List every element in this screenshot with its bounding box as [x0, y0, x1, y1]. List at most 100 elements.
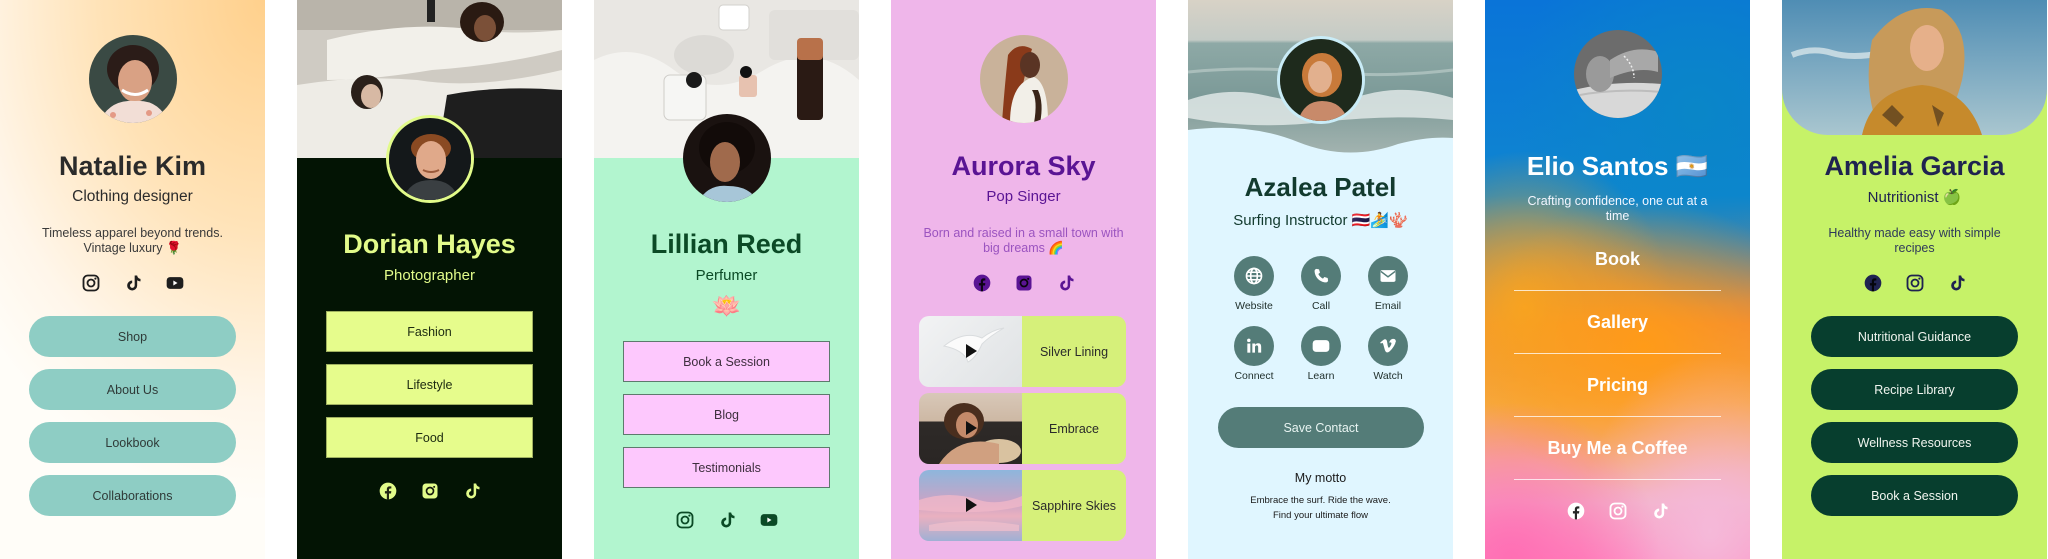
- social-links: [297, 481, 562, 501]
- play-icon[interactable]: [966, 344, 977, 358]
- nav-link-pricing[interactable]: Pricing: [1514, 354, 1721, 417]
- link-button-book-a-session[interactable]: Book a Session: [623, 341, 830, 382]
- tiktok-icon[interactable]: [717, 510, 737, 530]
- profile-role: Clothing designer: [72, 188, 193, 205]
- social-links: [594, 510, 859, 530]
- track-title: Sapphire Skies: [1022, 470, 1126, 541]
- action-label: Watch: [1373, 370, 1403, 382]
- profile-card-dorian: Dorian Hayes Photographer Fashion Lifest…: [297, 0, 562, 559]
- profile-bio: Born and raised in a small town with big…: [923, 226, 1124, 255]
- link-button-fashion[interactable]: Fashion: [326, 311, 533, 352]
- instagram-icon[interactable]: [675, 510, 695, 530]
- music-track-silver-lining[interactable]: Silver Lining: [919, 316, 1126, 387]
- profile-card-natalie: Natalie Kim Clothing designer Timeless a…: [0, 0, 265, 559]
- tiktok-icon[interactable]: [462, 481, 482, 501]
- avatar: [980, 35, 1068, 123]
- link-button-recipe-library[interactable]: Recipe Library: [1811, 369, 2018, 410]
- facebook-icon[interactable]: [972, 273, 992, 293]
- link-button-blog[interactable]: Blog: [623, 394, 830, 435]
- action-label: Call: [1311, 300, 1331, 312]
- email-icon: [1378, 266, 1398, 286]
- link-button-lookbook[interactable]: Lookbook: [29, 422, 236, 463]
- link-button-wellness-resources[interactable]: Wellness Resources: [1811, 422, 2018, 463]
- action-label: Website: [1235, 300, 1273, 312]
- action-call[interactable]: Call: [1286, 256, 1356, 312]
- lotus-emoji: 🪷: [711, 293, 742, 320]
- instagram-icon[interactable]: [81, 273, 101, 293]
- facebook-icon[interactable]: [378, 481, 398, 501]
- track-title: Silver Lining: [1022, 316, 1126, 387]
- profile-bio: Crafting confidence, one cut at a time: [1527, 194, 1708, 223]
- music-track-embrace[interactable]: Embrace: [919, 393, 1126, 464]
- action-label: Learn: [1307, 370, 1335, 382]
- youtube-icon[interactable]: [759, 510, 779, 530]
- track-thumbnail: [919, 470, 1022, 541]
- profile-role: Surfing Instructor 🇹🇭🏄🪸: [1233, 212, 1408, 229]
- nav-link-gallery[interactable]: Gallery: [1514, 291, 1721, 354]
- link-button-about-us[interactable]: About Us: [29, 369, 236, 410]
- action-website[interactable]: Website: [1219, 256, 1289, 312]
- music-track-sapphire-skies[interactable]: Sapphire Skies: [919, 470, 1126, 541]
- profile-role: Perfumer: [695, 267, 758, 284]
- vimeo-icon: [1378, 336, 1398, 356]
- profile-role: Nutritionist 🍏: [1867, 189, 1962, 206]
- tiktok-icon[interactable]: [1056, 273, 1076, 293]
- avatar: [1574, 30, 1662, 118]
- wave-divider: [1188, 127, 1453, 170]
- link-button-book-a-session[interactable]: Book a Session: [1811, 475, 2018, 516]
- facebook-icon[interactable]: [1566, 501, 1586, 521]
- instagram-icon[interactable]: [1014, 273, 1034, 293]
- tiktok-icon[interactable]: [1650, 501, 1670, 521]
- profile-bio: Healthy made easy with simple recipes: [1828, 226, 2001, 255]
- profile-name: Azalea Patel: [1244, 172, 1397, 202]
- instagram-icon[interactable]: [1905, 273, 1925, 293]
- nav-link-buy-me-a-coffee[interactable]: Buy Me a Coffee: [1514, 417, 1721, 480]
- link-button-lifestyle[interactable]: Lifestyle: [326, 364, 533, 405]
- profile-card-azalea: Azalea Patel Surfing Instructor 🇹🇭🏄🪸 Web…: [1188, 0, 1453, 559]
- profile-role: Pop Singer: [986, 188, 1061, 205]
- tiktok-icon[interactable]: [1947, 273, 1967, 293]
- track-thumbnail: [919, 316, 1022, 387]
- nav-link-book[interactable]: Book: [1514, 228, 1721, 291]
- profile-name: Lillian Reed: [650, 229, 803, 259]
- save-contact-button[interactable]: Save Contact: [1218, 407, 1424, 448]
- action-learn[interactable]: Learn: [1286, 326, 1356, 382]
- facebook-icon[interactable]: [1863, 273, 1883, 293]
- motto-text: Embrace the surf. Ride the wave. Find yo…: [1188, 493, 1453, 523]
- instagram-icon[interactable]: [1608, 501, 1628, 521]
- play-icon[interactable]: [966, 421, 977, 435]
- action-connect[interactable]: Connect: [1219, 326, 1289, 382]
- link-button-shop[interactable]: Shop: [29, 316, 236, 357]
- link-button-collaborations[interactable]: Collaborations: [29, 475, 236, 516]
- youtube-icon: [1311, 336, 1331, 356]
- profile-role: Photographer: [384, 267, 475, 284]
- social-links: [0, 273, 265, 293]
- link-button-nutritional-guidance[interactable]: Nutritional Guidance: [1811, 316, 2018, 357]
- motto-title: My motto: [1294, 471, 1347, 485]
- social-links: [891, 273, 1156, 293]
- globe-icon: [1244, 266, 1264, 286]
- youtube-icon[interactable]: [165, 273, 185, 293]
- action-watch[interactable]: Watch: [1353, 326, 1423, 382]
- profile-name: Elio Santos 🇦🇷: [1526, 151, 1709, 181]
- link-button-testimonials[interactable]: Testimonials: [623, 447, 830, 488]
- track-title: Embrace: [1022, 393, 1126, 464]
- profile-card-elio: Elio Santos 🇦🇷 Crafting confidence, one …: [1485, 0, 1750, 559]
- action-label: Connect: [1234, 370, 1274, 382]
- linkedin-icon: [1244, 336, 1264, 356]
- profile-name: Amelia Garcia: [1824, 151, 2005, 181]
- avatar: [386, 115, 474, 203]
- profile-card-amelia: Amelia Garcia Nutritionist 🍏 Healthy mad…: [1782, 0, 2047, 559]
- cover-photo: [1782, 0, 2047, 135]
- motto-line: Embrace the surf. Ride the wave.: [1250, 495, 1391, 506]
- instagram-icon[interactable]: [420, 481, 440, 501]
- play-icon[interactable]: [966, 498, 977, 512]
- avatar: [1277, 36, 1365, 124]
- profile-name: Aurora Sky: [951, 151, 1096, 181]
- action-email[interactable]: Email: [1353, 256, 1423, 312]
- tiktok-icon[interactable]: [123, 273, 143, 293]
- profile-card-lillian: Lillian Reed Perfumer 🪷 Book a Session B…: [594, 0, 859, 559]
- link-button-food[interactable]: Food: [326, 417, 533, 458]
- profile-name: Natalie Kim: [58, 151, 207, 181]
- social-links: [1485, 501, 1750, 521]
